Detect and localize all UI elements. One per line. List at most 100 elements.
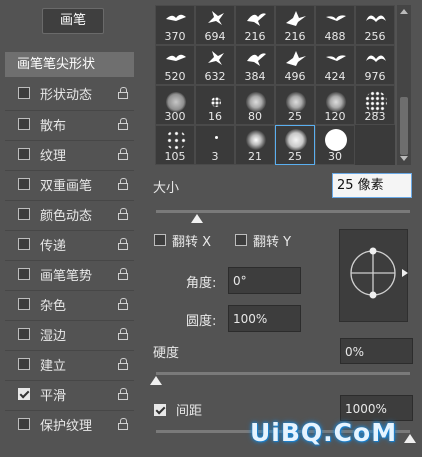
brush-grid-scrollbar[interactable] bbox=[397, 5, 411, 165]
lock-icon[interactable] bbox=[118, 178, 129, 191]
brush-preset[interactable]: 120 bbox=[315, 85, 355, 125]
lock-icon[interactable] bbox=[118, 87, 129, 100]
lock-icon[interactable] bbox=[118, 148, 129, 161]
flip-x-label: 翻转 X bbox=[172, 235, 212, 250]
flip-x-checkbox[interactable] bbox=[154, 234, 166, 246]
brush-option-checkbox[interactable] bbox=[18, 178, 30, 190]
brush-size-label: 30 bbox=[328, 150, 342, 163]
brush-option-row[interactable]: 散布 bbox=[5, 110, 134, 137]
roundness-input[interactable]: 100% bbox=[228, 305, 301, 332]
brush-preset[interactable]: 488 bbox=[315, 5, 355, 45]
lock-icon[interactable] bbox=[118, 208, 129, 221]
size-slider-knob[interactable] bbox=[190, 214, 203, 223]
brush-option-row[interactable]: 湿边 bbox=[5, 320, 134, 347]
brush-option-checkbox[interactable] bbox=[18, 298, 30, 310]
brush-option-checkbox[interactable] bbox=[18, 87, 30, 99]
brush-tip-preview-icon bbox=[246, 130, 266, 150]
brush-preset[interactable]: 25 bbox=[275, 85, 315, 125]
brush-preset[interactable]: 256 bbox=[355, 5, 395, 45]
hardness-slider[interactable] bbox=[156, 372, 410, 375]
brush-option-row[interactable]: 建立 bbox=[5, 350, 134, 377]
brush-preset[interactable]: 216 bbox=[235, 5, 275, 45]
brush-option-checkbox[interactable] bbox=[18, 148, 30, 160]
brush-option-row[interactable]: 形状动态 bbox=[5, 80, 134, 107]
brush-option-checkbox[interactable] bbox=[18, 388, 30, 400]
lock-icon[interactable] bbox=[118, 268, 129, 281]
brush-tip-preview-icon bbox=[166, 130, 186, 150]
size-label: 大小 bbox=[153, 181, 180, 196]
brush-option-row[interactable]: 平滑 bbox=[5, 380, 134, 407]
brush-preset[interactable]: 30 bbox=[315, 125, 355, 165]
brush-preset[interactable]: 370 bbox=[155, 5, 195, 45]
scroll-up-icon[interactable] bbox=[400, 9, 408, 14]
angle-input[interactable]: 0° bbox=[228, 267, 301, 294]
lock-icon[interactable] bbox=[118, 328, 129, 341]
brush-option-row[interactable]: 双重画笔 bbox=[5, 170, 134, 197]
hardness-slider-knob[interactable] bbox=[150, 376, 162, 385]
brush-preset[interactable]: 16 bbox=[195, 85, 235, 125]
brush-preset[interactable]: 384 bbox=[235, 45, 275, 85]
brush-size-label: 520 bbox=[164, 70, 186, 83]
size-slider[interactable] bbox=[156, 210, 410, 213]
brush-size-label: 16 bbox=[208, 110, 222, 123]
spacing-checkbox[interactable] bbox=[154, 404, 166, 416]
brush-size-label: 256 bbox=[364, 30, 386, 43]
brush-option-row[interactable]: 传递 bbox=[5, 230, 134, 257]
brush-preset[interactable]: 520 bbox=[155, 45, 195, 85]
brush-preset[interactable]: 694 bbox=[195, 5, 235, 45]
lock-icon[interactable] bbox=[118, 238, 129, 251]
brush-option-row[interactable]: 杂色 bbox=[5, 290, 134, 317]
brush-option-checkbox[interactable] bbox=[18, 418, 30, 430]
brush-preset[interactable]: 283 bbox=[355, 85, 395, 125]
spacing-label: 间距 bbox=[176, 404, 203, 419]
brush-option-checkbox[interactable] bbox=[18, 358, 30, 370]
brush-size-label: 25 bbox=[288, 150, 302, 163]
brush-option-label: 保护纹理 bbox=[40, 419, 93, 434]
bird-brush-icon bbox=[208, 51, 224, 65]
brush-size-label: 384 bbox=[244, 70, 266, 83]
lock-icon[interactable] bbox=[118, 298, 129, 311]
lock-icon[interactable] bbox=[118, 118, 129, 131]
flip-y-checkbox[interactable] bbox=[235, 234, 247, 246]
brush-size-label: 283 bbox=[364, 110, 386, 123]
scroll-down-icon[interactable] bbox=[400, 156, 408, 161]
brush-option-checkbox[interactable] bbox=[18, 328, 30, 340]
brush-preset[interactable]: 105 bbox=[155, 125, 195, 165]
brush-preset[interactable]: 976 bbox=[355, 45, 395, 85]
brush-size-label: 80 bbox=[248, 110, 262, 123]
lock-icon[interactable] bbox=[118, 388, 129, 401]
brush-tip-shape-item[interactable]: 画笔笔尖形状 bbox=[5, 52, 134, 77]
brush-preset[interactable]: 424 bbox=[315, 45, 355, 85]
brush-preset[interactable]: 496 bbox=[275, 45, 315, 85]
scroll-thumb[interactable] bbox=[400, 97, 408, 155]
hardness-input[interactable]: 0% bbox=[340, 338, 413, 364]
brush-size-label: 216 bbox=[244, 30, 266, 43]
brush-preset[interactable]: 80 bbox=[235, 85, 275, 125]
brush-option-checkbox[interactable] bbox=[18, 238, 30, 250]
brush-preset[interactable]: 216 bbox=[275, 5, 315, 45]
bird-brush-icon bbox=[366, 55, 386, 62]
brush-preset[interactable]: 25 bbox=[275, 125, 315, 165]
brush-option-row[interactable]: 画笔笔势 bbox=[5, 260, 134, 287]
brush-option-checkbox[interactable] bbox=[18, 118, 30, 130]
brush-preset-grid: 370 694 216 216 488 256 520 632 384 496 424 976 300 1… bbox=[155, 5, 395, 165]
brush-option-checkbox[interactable] bbox=[18, 208, 30, 220]
lock-icon[interactable] bbox=[118, 358, 129, 371]
brush-option-row[interactable]: 纹理 bbox=[5, 140, 134, 167]
lock-icon[interactable] bbox=[118, 418, 129, 431]
brush-option-row[interactable]: 保护纹理 bbox=[5, 410, 134, 437]
brush-tip-preview-icon bbox=[326, 92, 346, 112]
hardness-label: 硬度 bbox=[153, 346, 180, 361]
brush-button[interactable]: 画笔 bbox=[42, 8, 104, 34]
brush-preset[interactable]: 300 bbox=[155, 85, 195, 125]
brush-preset[interactable]: 21 bbox=[235, 125, 275, 165]
angle-roundness-widget[interactable] bbox=[339, 229, 408, 322]
brush-option-row[interactable]: 颜色动态 bbox=[5, 200, 134, 227]
brush-size-label: 488 bbox=[324, 30, 346, 43]
brush-size-label: 3 bbox=[211, 150, 219, 163]
brush-preset[interactable]: 632 bbox=[195, 45, 235, 85]
brush-option-checkbox[interactable] bbox=[18, 268, 30, 280]
brush-tip-preview-icon bbox=[214, 136, 218, 139]
size-input[interactable]: 25 像素 bbox=[332, 173, 412, 198]
brush-preset[interactable]: 3 bbox=[195, 125, 235, 165]
